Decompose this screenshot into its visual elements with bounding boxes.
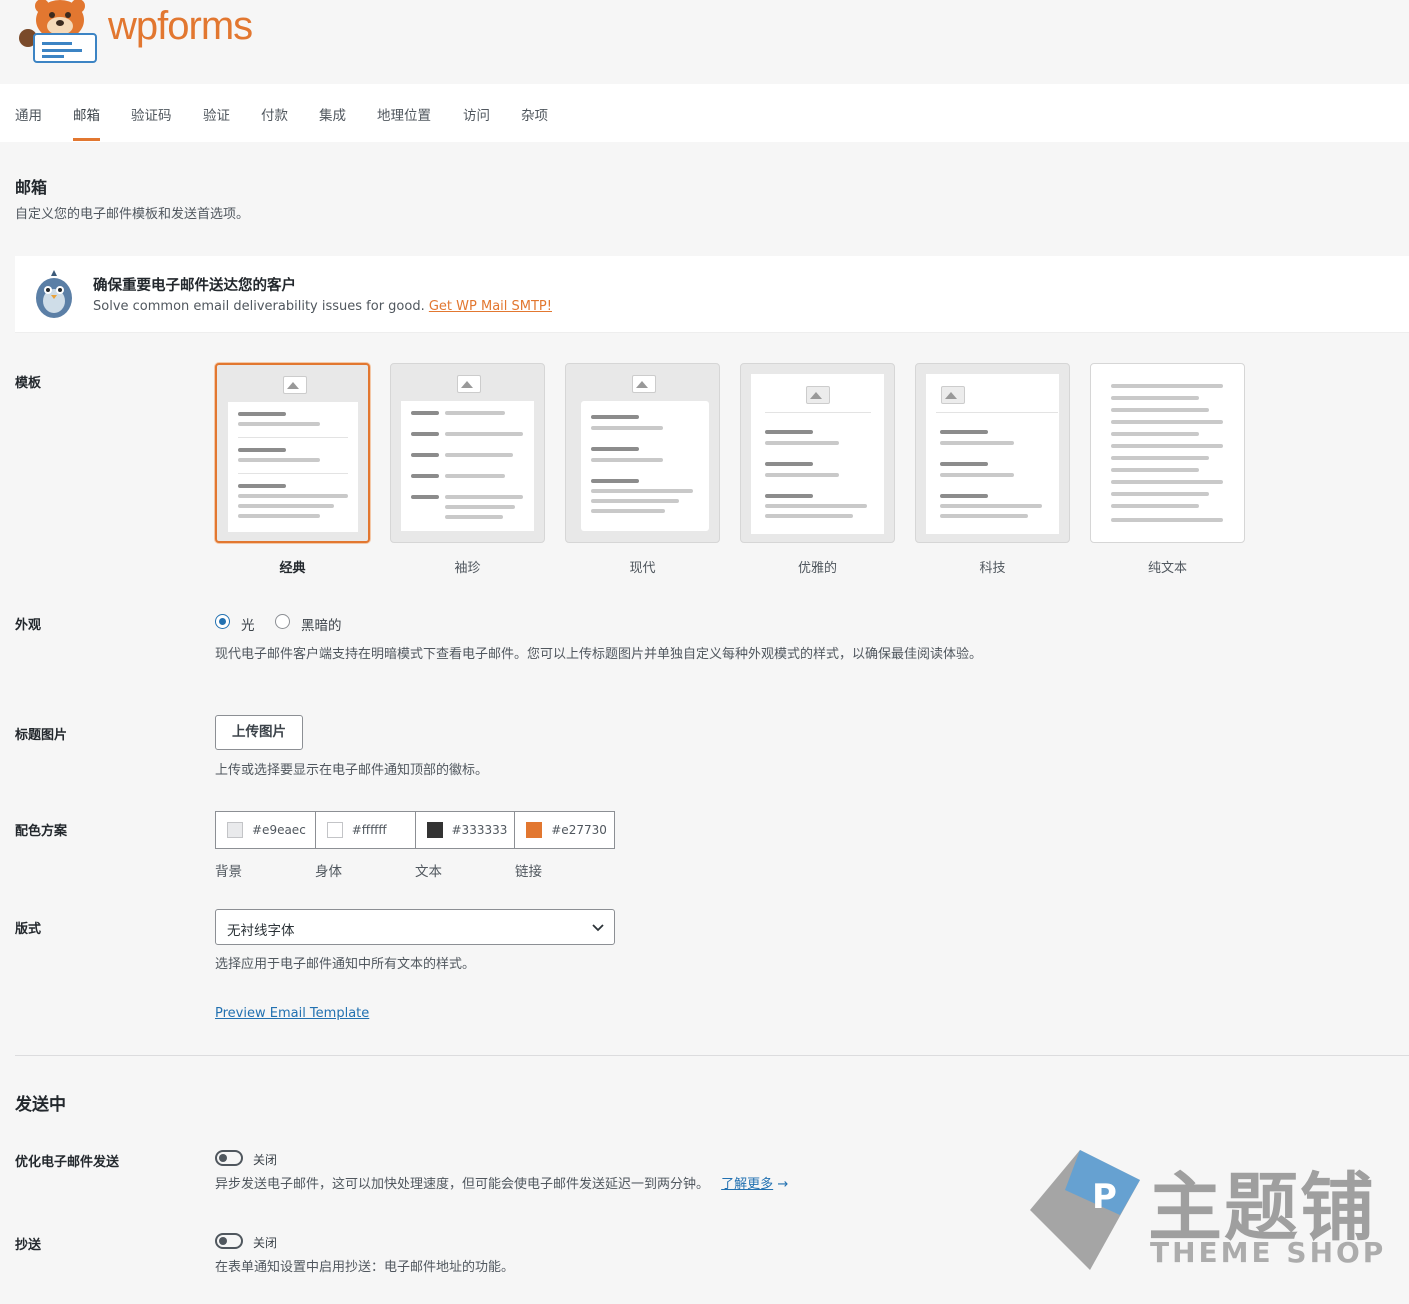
- template-modern[interactable]: [565, 363, 720, 543]
- image-placeholder-icon: [806, 386, 830, 404]
- template-elegant[interactable]: [740, 363, 895, 543]
- image-placeholder-icon: [941, 386, 965, 404]
- arrow-right-icon: →: [777, 1177, 789, 1192]
- get-wp-mail-smtp-link[interactable]: Get WP Mail SMTP!: [429, 299, 552, 314]
- sending-section-title: 发送中: [15, 1095, 66, 1115]
- smtp-banner: 确保重要电子邮件送达您的客户 Solve common email delive…: [15, 256, 1409, 333]
- banner-title: 确保重要电子邮件送达您的客户: [93, 278, 296, 294]
- image-placeholder-icon: [457, 375, 481, 393]
- email-section-description: 自定义您的电子邮件模板和发送首选项。: [15, 207, 250, 222]
- image-placeholder-icon: [283, 376, 307, 394]
- color-swatch: [426, 822, 443, 838]
- tab-misc[interactable]: 杂项: [521, 104, 548, 138]
- tab-captcha[interactable]: 验证码: [131, 104, 172, 138]
- svg-text:P: P: [1092, 1177, 1117, 1217]
- header-image-description: 上传或选择要显示在电子邮件通知顶部的徽标。: [215, 763, 489, 778]
- template-name-tech: 科技: [979, 561, 1006, 576]
- template-label: 模板: [15, 376, 42, 391]
- theme-shop-logo-icon: P: [1030, 1150, 1140, 1270]
- tab-access[interactable]: 访问: [463, 104, 490, 138]
- body-color-picker[interactable]: #ffffff: [316, 812, 416, 848]
- appearance-label: 外观: [15, 618, 42, 633]
- template-plain-text[interactable]: [1090, 363, 1245, 543]
- template-compact[interactable]: [390, 363, 545, 543]
- section-divider: [15, 1055, 1409, 1056]
- wpforms-logo[interactable]: wpforms: [14, 0, 253, 66]
- color-scheme-pickers: #e9eaec #ffffff #333333 #e27730: [215, 811, 615, 849]
- learn-more-link[interactable]: 了解更多: [721, 1177, 773, 1192]
- optimize-sending-toggle[interactable]: [215, 1150, 243, 1166]
- optimize-sending-description: 异步发送电子邮件，这可以加快处理速度，但可能会使电子邮件发送延迟一到两分钟。: [215, 1177, 710, 1192]
- appearance-light-label[interactable]: 光: [241, 614, 255, 634]
- brand-name: wpforms: [108, 3, 253, 48]
- email-section-title: 邮箱: [15, 178, 48, 197]
- optimize-sending-label: 优化电子邮件发送: [15, 1155, 120, 1170]
- tab-geolocation[interactable]: 地理位置: [377, 104, 431, 138]
- image-placeholder-icon: [632, 375, 656, 393]
- link-color-picker[interactable]: #e27730: [515, 812, 614, 848]
- template-name-classic: 经典: [279, 561, 306, 576]
- watermark-subtext: THEME SHOP: [1150, 1236, 1387, 1269]
- appearance-light-radio[interactable]: [215, 614, 230, 629]
- color-hex-value: #e9eaec: [252, 823, 306, 837]
- color-swatch: [526, 822, 543, 838]
- link-color-label: 链接: [515, 864, 542, 880]
- template-classic[interactable]: [215, 363, 370, 543]
- banner-subtitle: Solve common email deliverability issues…: [93, 299, 425, 314]
- tab-payments[interactable]: 付款: [261, 104, 288, 138]
- color-hex-value: #333333: [451, 823, 508, 837]
- color-hex-value: #e27730: [551, 823, 607, 837]
- chevron-down-icon: [592, 924, 604, 932]
- appearance-dark-radio[interactable]: [275, 614, 290, 629]
- optimize-sending-state: 关闭: [253, 1153, 278, 1167]
- tab-validation[interactable]: 验证: [203, 104, 230, 138]
- settings-tabs: 通用 邮箱 验证码 验证 付款 集成 地理位置 访问 杂项: [0, 84, 1409, 142]
- appearance-dark-label[interactable]: 黑暗的: [301, 614, 342, 634]
- appearance-description: 现代电子邮件客户端支持在明暗模式下查看电子邮件。您可以上传标题图片并单独自定义每…: [215, 647, 983, 662]
- typography-select[interactable]: 无衬线字体: [215, 909, 615, 945]
- template-name-plain-text: 纯文本: [1147, 561, 1187, 576]
- upload-image-button[interactable]: 上传图片: [215, 715, 303, 750]
- typography-label: 版式: [15, 922, 42, 937]
- header-image-label: 标题图片: [15, 728, 68, 743]
- banner-subtitle-row: Solve common email deliverability issues…: [93, 299, 552, 314]
- pigeon-mascot-icon: [36, 270, 72, 318]
- color-hex-value: #ffffff: [351, 823, 387, 837]
- cc-description: 在表单通知设置中启用抄送：电子邮件地址的功能。: [215, 1260, 515, 1275]
- background-color-picker[interactable]: #e9eaec: [216, 812, 316, 848]
- tab-email[interactable]: 邮箱: [73, 104, 100, 141]
- template-tech[interactable]: [915, 363, 1070, 543]
- bear-mascot-icon: [19, 0, 97, 63]
- typography-description: 选择应用于电子邮件通知中所有文本的样式。: [215, 957, 476, 972]
- tab-general[interactable]: 通用: [15, 104, 42, 138]
- template-name-modern: 现代: [629, 561, 656, 576]
- typography-value: 无衬线字体: [227, 923, 295, 939]
- text-color-label: 文本: [415, 864, 442, 880]
- page-header: wpforms: [0, 0, 1409, 84]
- cc-label: 抄送: [15, 1238, 42, 1253]
- cc-state: 关闭: [253, 1236, 278, 1250]
- optimize-sending-description-row: 异步发送电子邮件，这可以加快处理速度，但可能会使电子邮件发送延迟一到两分钟。 了…: [215, 1175, 788, 1195]
- template-name-elegant: 优雅的: [797, 561, 837, 576]
- tab-integrations[interactable]: 集成: [319, 104, 346, 138]
- cc-toggle[interactable]: [215, 1233, 243, 1249]
- template-name-compact: 袖珍: [454, 561, 481, 576]
- body-color-label: 身体: [315, 864, 342, 880]
- text-color-picker[interactable]: #333333: [416, 812, 516, 848]
- preview-email-template-link[interactable]: Preview Email Template: [215, 1006, 369, 1021]
- color-scheme-label: 配色方案: [15, 824, 68, 839]
- color-swatch: [326, 822, 343, 838]
- color-swatch: [227, 822, 243, 838]
- background-color-label: 背景: [215, 864, 242, 880]
- theme-shop-watermark: P 主题铺 THEME SHOP: [1020, 1140, 1390, 1280]
